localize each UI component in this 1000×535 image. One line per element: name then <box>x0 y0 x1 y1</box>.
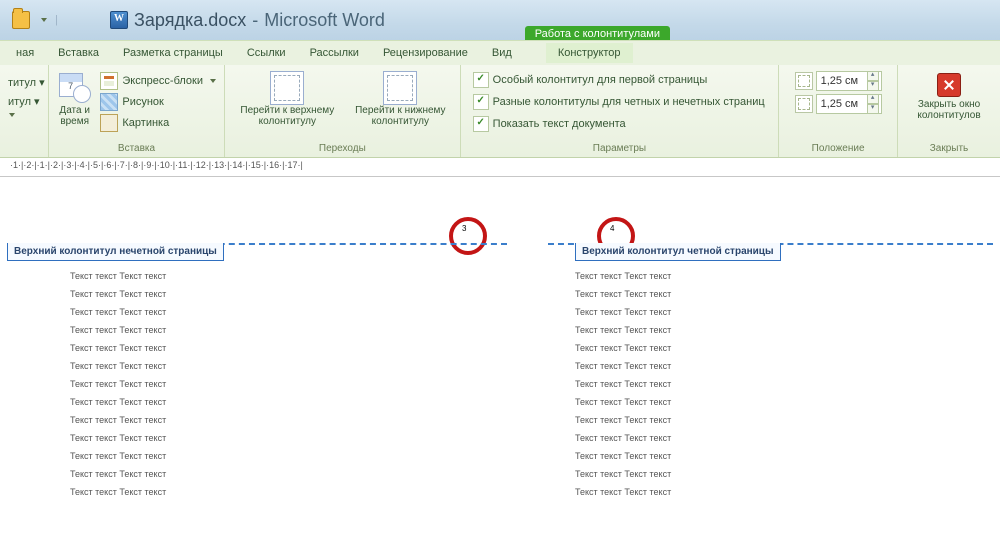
text-line: Текст текст Текст текст <box>70 325 166 335</box>
group-insert: Дата и время Экспресс-блоки Рисунок Карт… <box>49 65 225 157</box>
text-line: Текст текст Текст текст <box>70 379 166 389</box>
quick-parts-button[interactable]: Экспресс-блоки <box>98 71 218 91</box>
text-line: Текст текст Текст текст <box>575 433 671 443</box>
text-line: Текст текст Текст текст <box>70 451 166 461</box>
goto-footer-button[interactable]: Перейти к нижнему колонтитулу <box>348 69 452 127</box>
group-close: Закрыть окно колонтитулов Закрыть <box>898 65 1000 157</box>
picture-button[interactable]: Рисунок <box>98 92 218 112</box>
group-label: Переходы <box>225 143 460 157</box>
text-line: Текст текст Текст текст <box>575 325 671 335</box>
goto-footer-icon <box>383 71 417 105</box>
group-label: Закрыть <box>898 143 1000 157</box>
goto-header-button[interactable]: Перейти к верхнему колонтитулу <box>232 69 342 127</box>
group-label: Положение <box>779 143 897 157</box>
page-number: 4 <box>610 225 614 233</box>
close-icon <box>937 73 961 97</box>
header-position-icon <box>795 72 813 90</box>
picture-icon <box>100 93 118 111</box>
text-line: Текст текст Текст текст <box>70 415 166 425</box>
text-line: Текст текст Текст текст <box>70 289 166 299</box>
tab-page-layout[interactable]: Разметка страницы <box>111 43 235 63</box>
page-even[interactable]: 4 Верхний колонтитул четной страницы Тек… <box>548 181 993 535</box>
tab-references[interactable]: Ссылки <box>235 43 298 63</box>
footer-position-icon <box>795 95 813 113</box>
contextual-tab-label: Работа с колонтитулами <box>525 26 670 40</box>
text-line: Текст текст Текст текст <box>70 343 166 353</box>
text-line: Текст текст Текст текст <box>575 307 671 317</box>
text-line: Текст текст Текст текст <box>70 397 166 407</box>
tab-view[interactable]: Вид <box>480 43 524 63</box>
text-line: Текст текст Текст текст <box>575 289 671 299</box>
annotation-circle <box>449 217 487 255</box>
word-icon <box>110 11 128 29</box>
quick-parts-icon <box>100 72 118 90</box>
group-label: Вставка <box>49 143 224 157</box>
text-line: Текст текст Текст текст <box>575 379 671 389</box>
qat-dropdown-icon[interactable] <box>41 18 47 22</box>
goto-header-icon <box>270 71 304 105</box>
document-name: Зарядка.docx <box>134 10 246 31</box>
ribbon-tabs: ная Вставка Разметка страницы Ссылки Рас… <box>0 40 1000 65</box>
app-name: Microsoft Word <box>264 10 385 31</box>
quick-access-toolbar: | <box>12 11 58 29</box>
text-line: Текст текст Текст текст <box>575 397 671 407</box>
window-title: Зарядка.docx - Microsoft Word <box>110 0 385 40</box>
clock-icon <box>73 85 91 103</box>
ribbon: титул ▾ итул ▾ Дата и время Экспресс-бло… <box>0 65 1000 158</box>
group-position: 1,25 см▴▾ 1,25 см▴▾ Положение <box>779 65 898 157</box>
text-line: Текст текст Текст текст <box>70 469 166 479</box>
ruler-numbers: ·1·|·2·|·1·|·2·|·3·|·4·|·5·|·6·|·7·|·8·|… <box>10 160 303 170</box>
text-line: Текст текст Текст текст <box>70 307 166 317</box>
text-line: Текст текст Текст текст <box>575 343 671 353</box>
group-label: Параметры <box>461 143 779 157</box>
document-area: 3 Верхний колонтитул нечетной страницы Т… <box>0 177 1000 535</box>
checkbox-different-odd-even[interactable]: Разные колонтитулы для четных и нечетных… <box>471 93 767 111</box>
text-line: Текст текст Текст текст <box>575 361 671 371</box>
open-icon[interactable] <box>12 11 30 29</box>
checkbox-different-first[interactable]: Особый колонтитул для первой страницы <box>471 71 710 89</box>
checkbox-icon <box>473 72 489 88</box>
title-bar: | Зарядка.docx - Microsoft Word Работа с… <box>0 0 1000 40</box>
text-line: Текст текст Текст текст <box>575 487 671 497</box>
tab-design[interactable]: Конструктор <box>546 43 633 63</box>
page-odd[interactable]: 3 Верхний колонтитул нечетной страницы Т… <box>7 181 507 535</box>
text-line: Текст текст Текст текст <box>575 415 671 425</box>
date-time-button[interactable]: Дата и время <box>55 69 94 127</box>
page-number: 3 <box>462 225 466 233</box>
clipart-button[interactable]: Картинка <box>98 113 218 133</box>
dropdown-icon[interactable] <box>9 113 15 117</box>
footer-from-bottom-input[interactable]: 1,25 см▴▾ <box>795 94 882 114</box>
header-tag-odd: Верхний колонтитул нечетной страницы <box>7 243 224 261</box>
text-line: Текст текст Текст текст <box>575 469 671 479</box>
dropdown-icon <box>210 79 216 83</box>
horizontal-ruler[interactable]: ·1·|·2·|·1·|·2·|·3·|·4·|·5·|·6·|·7·|·8·|… <box>0 158 1000 177</box>
text-line: Текст текст Текст текст <box>70 361 166 371</box>
footer-button-partial[interactable]: итул ▾ <box>6 94 42 109</box>
tab-home-partial[interactable]: ная <box>4 43 46 63</box>
clipart-icon <box>100 114 118 132</box>
header-button-partial[interactable]: титул ▾ <box>6 75 47 90</box>
text-line: Текст текст Текст текст <box>70 271 166 281</box>
tab-mailings[interactable]: Рассылки <box>298 43 371 63</box>
close-header-footer-button[interactable]: Закрыть окно колонтитулов <box>904 69 994 121</box>
document-body-text: Текст текст Текст текст Текст текст Текст… <box>70 271 166 497</box>
header-from-top-input[interactable]: 1,25 см▴▾ <box>795 71 882 91</box>
text-line: Текст текст Текст текст <box>575 451 671 461</box>
contextual-tab-header: Работа с колонтитулами <box>525 0 670 40</box>
document-body-text: Текст текст Текст текст Текст текст Текст… <box>575 271 671 497</box>
text-line: Текст текст Текст текст <box>70 433 166 443</box>
checkbox-icon <box>473 94 489 110</box>
tab-review[interactable]: Рецензирование <box>371 43 480 63</box>
group-options: Особый колонтитул для первой страницы Ра… <box>461 65 780 157</box>
tab-insert[interactable]: Вставка <box>46 43 111 63</box>
checkbox-show-document-text[interactable]: Показать текст документа <box>471 115 628 133</box>
group-header-footer-partial: титул ▾ итул ▾ <box>0 65 49 157</box>
text-line: Текст текст Текст текст <box>575 271 671 281</box>
group-navigation: Перейти к верхнему колонтитулу Перейти к… <box>225 65 461 157</box>
header-tag-even: Верхний колонтитул четной страницы <box>575 243 781 261</box>
text-line: Текст текст Текст текст <box>70 487 166 497</box>
checkbox-icon <box>473 116 489 132</box>
